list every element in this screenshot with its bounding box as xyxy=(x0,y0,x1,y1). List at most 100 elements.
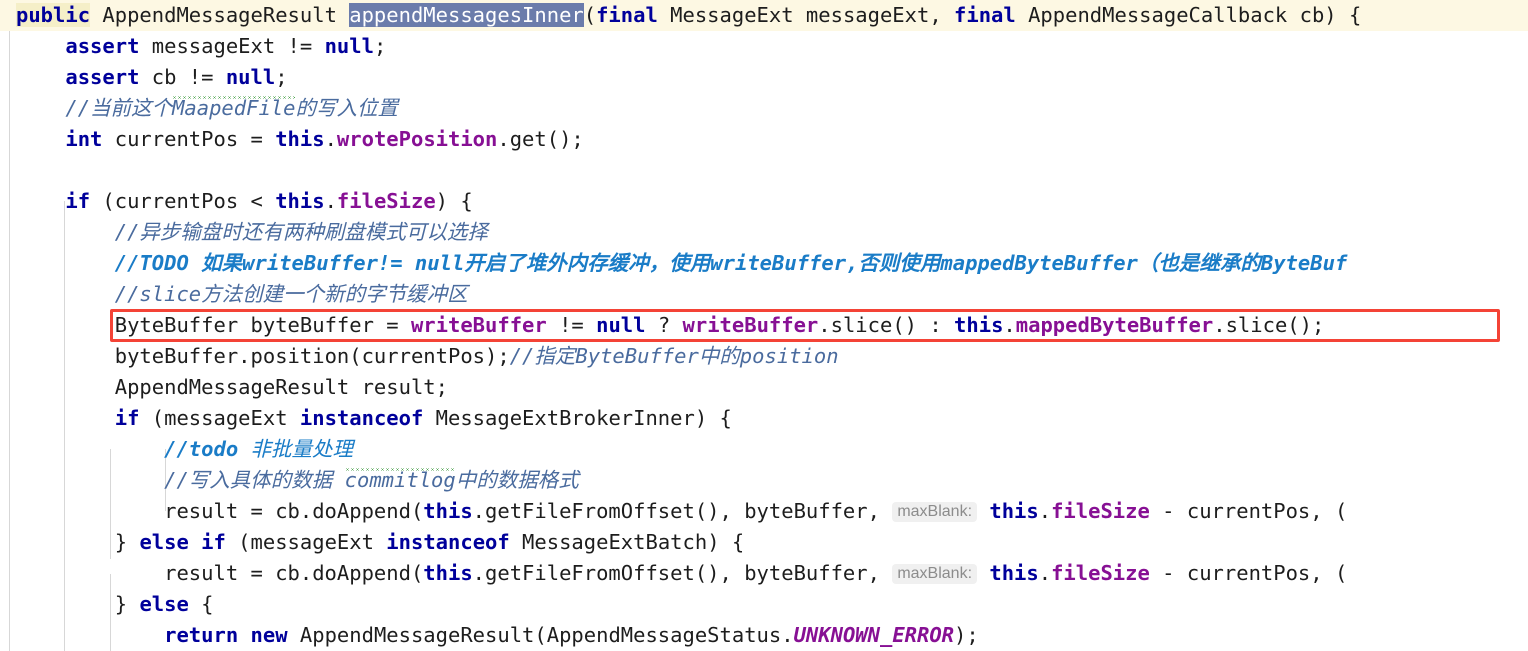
code-text: AppendMessageResult xyxy=(102,3,337,27)
code-keyword: this xyxy=(275,127,325,151)
code-text: (messageExt xyxy=(225,530,387,554)
code-line[interactable]: //当前这个MaapedFile的写入位置 xyxy=(0,93,1528,124)
code-line[interactable] xyxy=(0,155,1528,186)
code-keyword: if xyxy=(201,530,226,554)
code-text: MessageExtBatch) { xyxy=(509,530,745,554)
code-line-text: public AppendMessageResult appendMessage… xyxy=(0,0,1528,31)
code-text: - currentPos, ( xyxy=(1149,499,1348,523)
code-text: . xyxy=(1038,561,1052,585)
code-line-text: if (currentPos < this.fileSize) { xyxy=(0,186,1528,217)
code-editor[interactable]: public AppendMessageResult appendMessage… xyxy=(0,0,1528,651)
code-text: .slice() : xyxy=(818,313,955,337)
code-text: AppendMessageCallback cb) { xyxy=(1015,3,1362,27)
code-line-text: //todo 非批量处理 xyxy=(0,434,1528,465)
code-keyword: this xyxy=(954,313,1004,337)
code-keyword: if xyxy=(114,406,140,430)
code-text: ) { xyxy=(435,189,473,213)
code-text: AppendMessageResult(AppendMessageStatus. xyxy=(287,623,794,647)
code-line[interactable]: result = cb.doAppend(this.getFileFromOff… xyxy=(0,558,1528,589)
code-comment: commitlog xyxy=(344,468,456,495)
code-keyword: final xyxy=(954,3,1016,27)
code-line[interactable]: } else { xyxy=(0,589,1528,620)
code-line[interactable]: } else if (messageExt instanceof Message… xyxy=(0,527,1528,558)
code-text: (messageExt xyxy=(139,406,300,430)
code-line-text: //当前这个MaapedFile的写入位置 xyxy=(0,93,1528,124)
code-keyword: else xyxy=(139,592,189,616)
code-line-text: result = cb.doAppend(this.getFileFromOff… xyxy=(0,558,1528,591)
code-field: fileSize xyxy=(1051,561,1150,585)
code-line[interactable]: if (messageExt instanceof MessageExtBrok… xyxy=(0,403,1528,434)
code-text: currentPos = xyxy=(102,127,276,151)
code-text: result = cb.doAppend( xyxy=(164,499,424,523)
code-field: mappedByteBuffer xyxy=(1015,313,1214,337)
code-keyword: null xyxy=(225,65,276,89)
code-line-text: //slice方法创建一个新的字节缓冲区 xyxy=(0,279,1528,310)
code-line-text: byteBuffer.position(currentPos);//指定Byte… xyxy=(0,341,1528,372)
code-line[interactable]: //slice方法创建一个新的字节缓冲区 xyxy=(0,279,1528,310)
code-line-text: ByteBuffer byteBuffer = writeBuffer != n… xyxy=(0,310,1528,341)
code-line[interactable]: result = cb.doAppend(this.getFileFromOff… xyxy=(0,496,1528,527)
code-line[interactable]: //写入具体的数据 commitlog中的数据格式 xyxy=(0,465,1528,496)
code-text: - currentPos, ( xyxy=(1149,561,1348,585)
code-line[interactable]: public AppendMessageResult appendMessage… xyxy=(0,0,1528,31)
code-line-text: AppendMessageResult result; xyxy=(0,372,1528,403)
code-line-text: //异步输盘时还有两种刷盘模式可以选择 xyxy=(0,217,1528,248)
code-text: UNKNOWN_ERROR xyxy=(793,623,955,647)
code-line[interactable]: assert messageExt != null; xyxy=(0,31,1528,62)
code-text: ? xyxy=(645,313,683,337)
code-field: writeBuffer xyxy=(410,313,547,337)
code-text: MessageExt messageExt, xyxy=(657,3,955,27)
code-comment: //TODO 如果writeBuffer!= null开启了堆外内存缓冲，使用w… xyxy=(114,251,1348,275)
occurrence-highlight: public xyxy=(16,3,91,27)
code-comment: 非批量处理 xyxy=(238,437,354,461)
code-text: ; xyxy=(275,65,288,89)
code-keyword: int xyxy=(65,127,103,151)
code-text: } xyxy=(114,592,140,616)
code-line[interactable]: AppendMessageResult result; xyxy=(0,372,1528,403)
code-keyword: if xyxy=(65,189,91,213)
code-comment: //写入具体的数据 xyxy=(164,468,345,492)
code-text: . xyxy=(324,189,337,213)
code-line-text: assert cb != null; xyxy=(0,62,1528,93)
code-keyword: this xyxy=(989,561,1039,585)
code-line[interactable]: byteBuffer.position(currentPos);//指定Byte… xyxy=(0,341,1528,372)
code-line[interactable]: //异步输盘时还有两种刷盘模式可以选择 xyxy=(0,217,1528,248)
code-line[interactable]: //TODO 如果writeBuffer!= null开启了堆外内存缓冲，使用w… xyxy=(0,248,1528,279)
code-line[interactable]: if (currentPos < this.fileSize) { xyxy=(0,186,1528,217)
code-text: AppendMessageResult result; xyxy=(114,375,448,399)
code-line-text: if (messageExt instanceof MessageExtBrok… xyxy=(0,403,1528,434)
code-text: messageExt != xyxy=(139,34,325,58)
code-text: (currentPos < xyxy=(90,189,276,213)
code-text: . xyxy=(324,127,337,151)
code-line[interactable]: assert cb != null; xyxy=(0,62,1528,93)
code-text: MessageExtBrokerInner) { xyxy=(423,406,732,430)
inlay-parameter-hint: maxBlank: xyxy=(892,502,978,522)
code-text: ( xyxy=(583,3,597,27)
code-comment: 中的数据格式 xyxy=(455,468,579,492)
code-text: != xyxy=(546,313,597,337)
code-text: . xyxy=(1038,499,1052,523)
code-text: } xyxy=(114,530,140,554)
code-comment: //当前这个 xyxy=(65,96,173,120)
code-line[interactable]: return new AppendMessageResult(AppendMes… xyxy=(0,620,1528,651)
code-comment: //指定ByteBuffer中的position xyxy=(509,344,839,368)
code-line[interactable]: //todo 非批量处理 xyxy=(0,434,1528,465)
code-line[interactable]: ByteBuffer byteBuffer = writeBuffer != n… xyxy=(0,310,1528,341)
code-line[interactable]: int currentPos = this.wrotePosition.get(… xyxy=(0,124,1528,155)
